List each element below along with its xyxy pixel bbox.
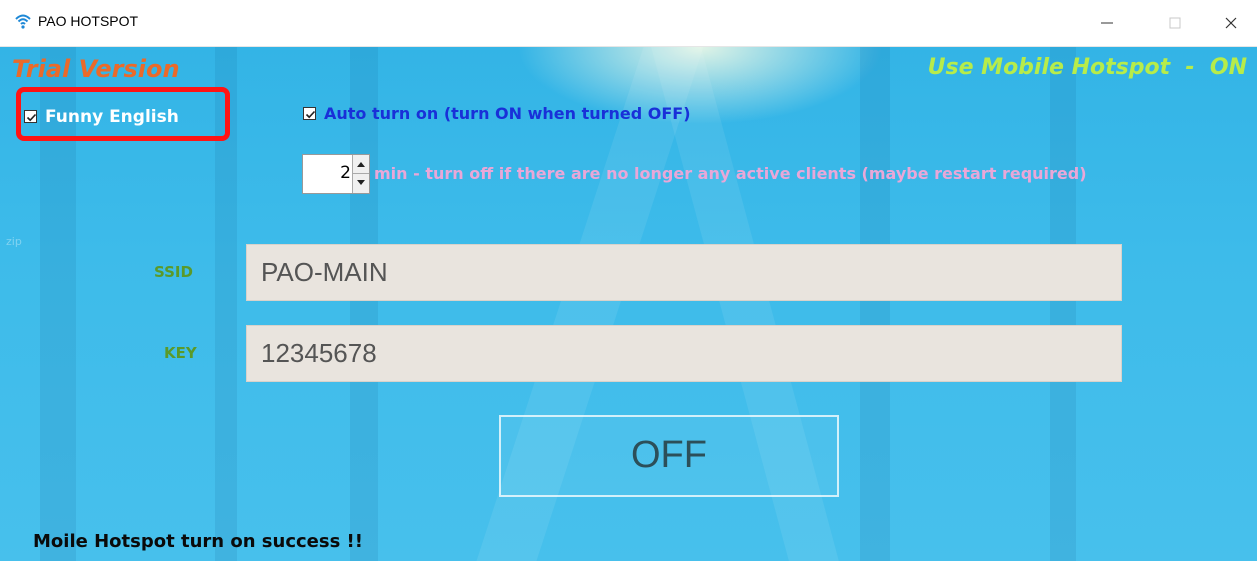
idle-minutes-value[interactable]: 2 [340,163,351,183]
minimize-icon [1101,22,1113,24]
caret-down-icon [357,180,365,185]
toggle-button-label: OFF [631,434,707,476]
app-window: PAO HOTSPOT zip Trial Version Use Mobile… [0,0,1257,561]
hotspot-toggle-button[interactable]: OFF [499,415,839,497]
trial-version-label: Trial Version [12,55,180,83]
idle-minutes-label: min - turn off if there are no longer an… [374,164,1087,183]
window-title: PAO HOTSPOT [38,13,139,29]
key-field[interactable] [246,325,1122,382]
ssid-field[interactable] [246,244,1122,301]
ssid-input[interactable] [261,253,1101,291]
title-bar: PAO HOTSPOT [0,0,1257,47]
idle-minutes-stepper[interactable]: 2 [302,154,370,194]
ssid-label: SSID [154,263,193,281]
wifi-icon [14,12,32,30]
caret-up-icon [357,162,365,167]
close-button[interactable] [1212,8,1252,38]
checkbox-checked-icon [24,110,37,123]
status-message: Moile Hotspot turn on success !! [33,531,363,552]
background-tree [1050,47,1076,561]
maximize-icon [1169,17,1181,29]
minimize-button[interactable] [1087,8,1127,38]
stepper-down-button[interactable] [353,174,369,193]
stepper-up-button[interactable] [353,155,369,174]
maximize-button[interactable] [1155,8,1195,38]
stepper-arrows [352,155,369,193]
funny-english-checkbox[interactable]: Funny English [24,107,179,127]
auto-turn-on-label: Auto turn on (turn ON when turned OFF) [324,104,691,123]
mobile-hotspot-status: Use Mobile Hotspot - ON [927,55,1247,80]
main-panel: zip Trial Version Use Mobile Hotspot - O… [0,47,1257,561]
key-input[interactable] [261,334,1101,372]
auto-turn-on-checkbox[interactable]: Auto turn on (turn ON when turned OFF) [303,104,691,123]
checkbox-checked-icon [303,107,316,120]
background-artifact: zip [6,235,22,248]
funny-english-label: Funny English [45,107,179,127]
background-tree [350,47,378,561]
key-label: KEY [164,344,197,362]
background-tree [860,47,890,561]
close-icon [1225,17,1237,29]
